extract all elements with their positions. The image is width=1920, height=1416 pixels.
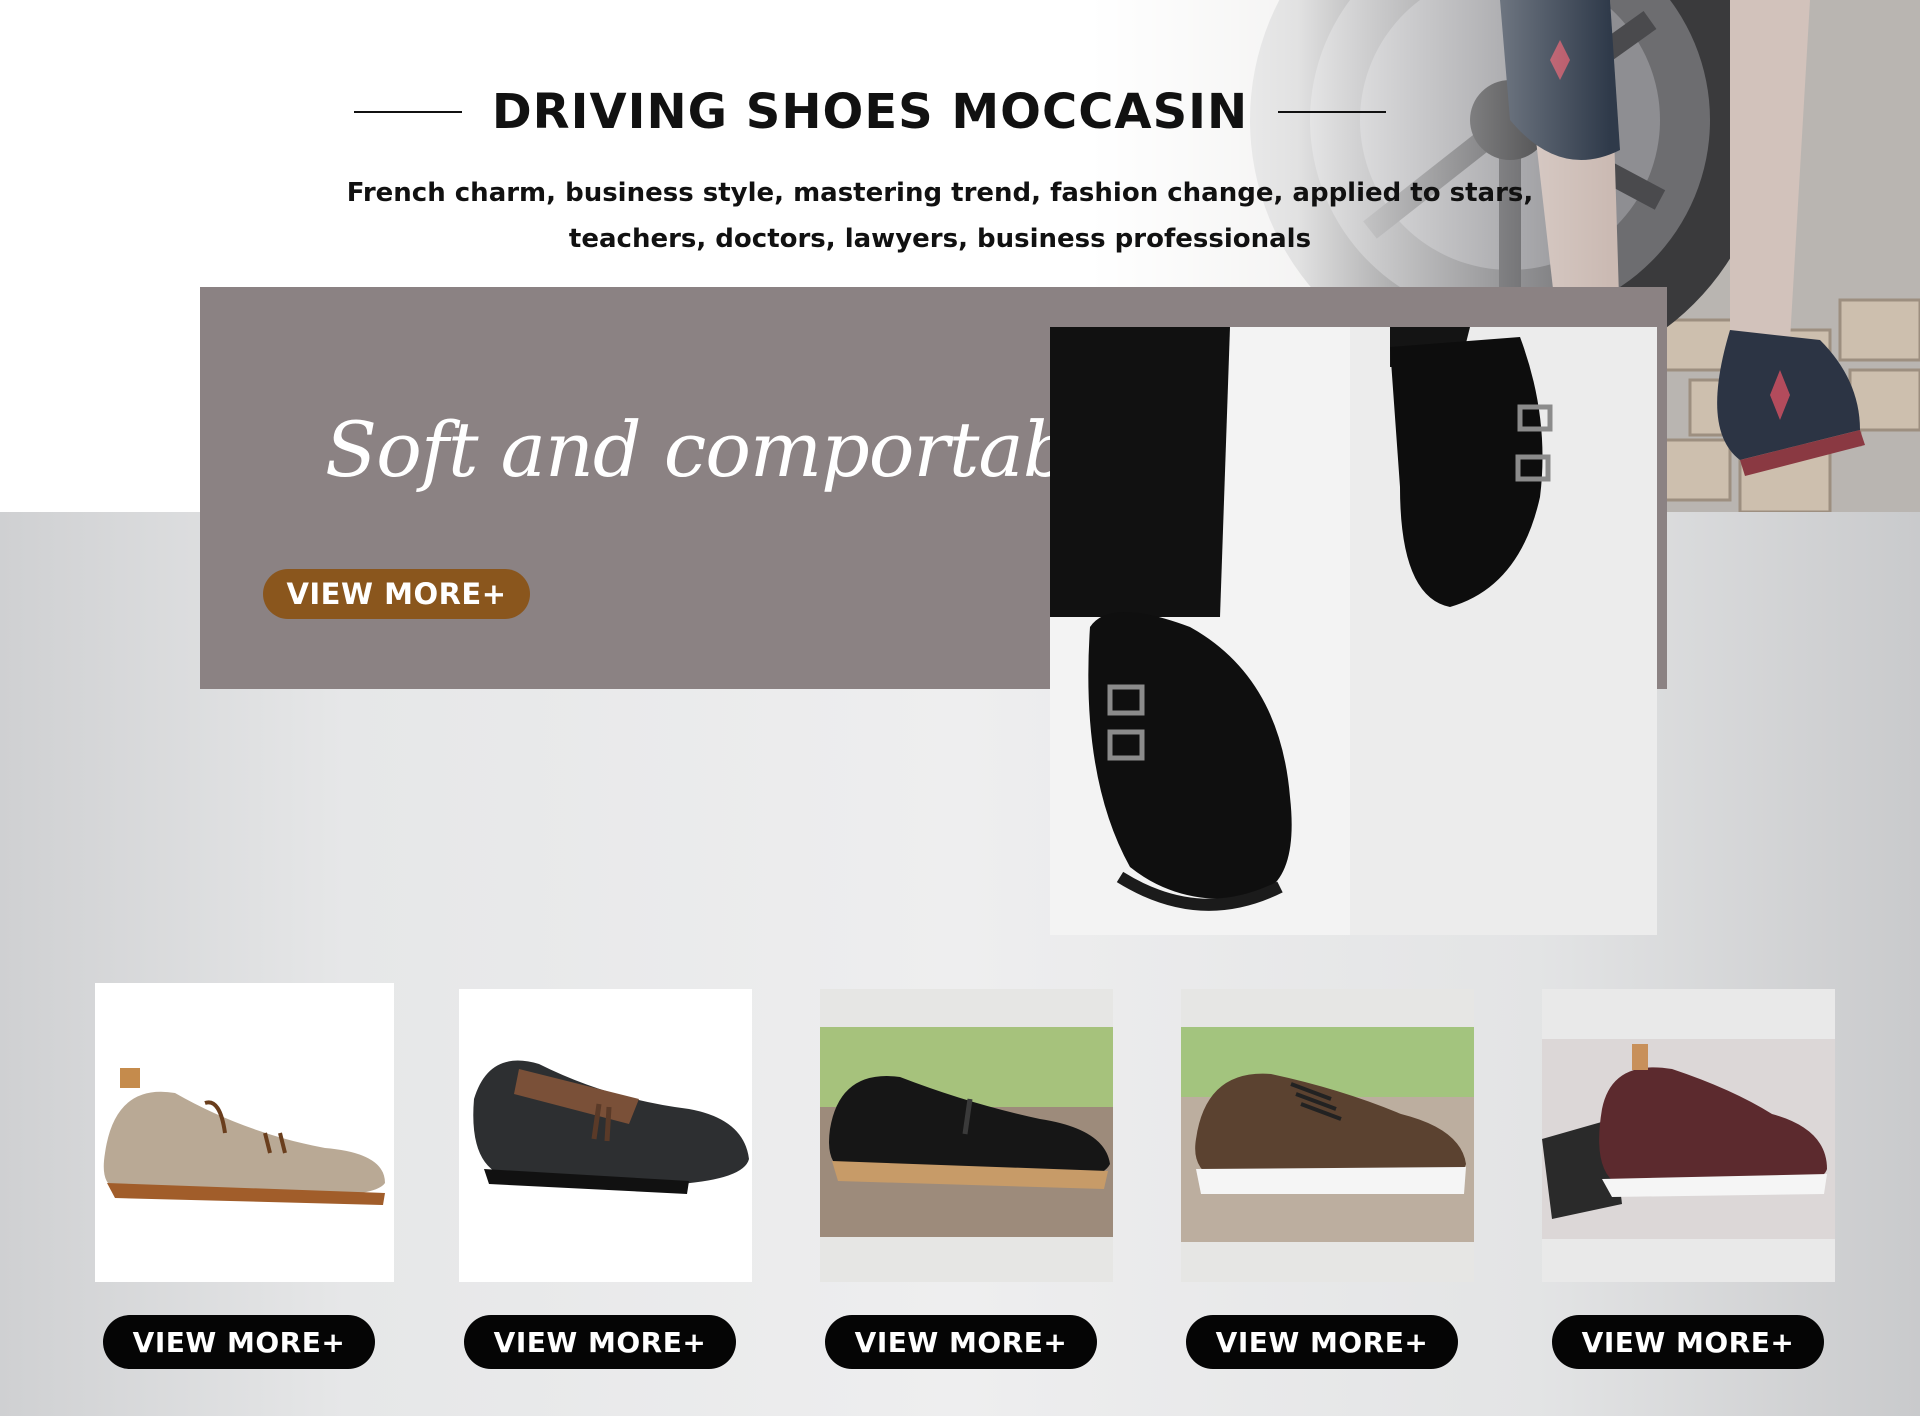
page-subtitle: French charm, business style, mastering … [300,170,1580,262]
subtitle-line-1: French charm, business style, mastering … [346,178,1534,208]
page-title: DRIVING SHOES MOCCASIN [491,84,1249,140]
feature-tagline: Soft and comportable [325,405,1139,494]
subtitle-line-2: teachers, doctors, lawyers, business pro… [568,224,1312,254]
title-right-rule [1278,111,1387,113]
heading-row: DRIVING SHOES MOCCASIN [0,82,1740,142]
product-card-4[interactable] [1181,989,1474,1282]
tan-suede-tassel-loafer-icon [95,983,394,1282]
product-4-view-more-button[interactable]: VIEW MORE+ [1186,1315,1458,1369]
product-card-5[interactable] [1542,989,1835,1282]
product-card-2[interactable] [459,989,752,1282]
product-card-3[interactable] [820,989,1113,1282]
product-card-1[interactable] [95,983,394,1282]
feature-view-more-button[interactable]: VIEW MORE+ [263,569,530,619]
brown-leather-brogue-sneaker-icon [1181,989,1474,1282]
product-5-view-more-button[interactable]: VIEW MORE+ [1552,1315,1824,1369]
black-brown-tassel-brogue-loafer-icon [459,989,752,1282]
burgundy-leather-sneaker-icon [1542,989,1835,1282]
product-3-view-more-button[interactable]: VIEW MORE+ [825,1315,1097,1369]
feature-monk-strap-photo [1050,327,1657,935]
product-2-view-more-button[interactable]: VIEW MORE+ [464,1315,736,1369]
product-1-view-more-button[interactable]: VIEW MORE+ [103,1315,375,1369]
title-left-rule [353,111,462,113]
black-suede-tassel-loafer-icon [820,989,1113,1282]
